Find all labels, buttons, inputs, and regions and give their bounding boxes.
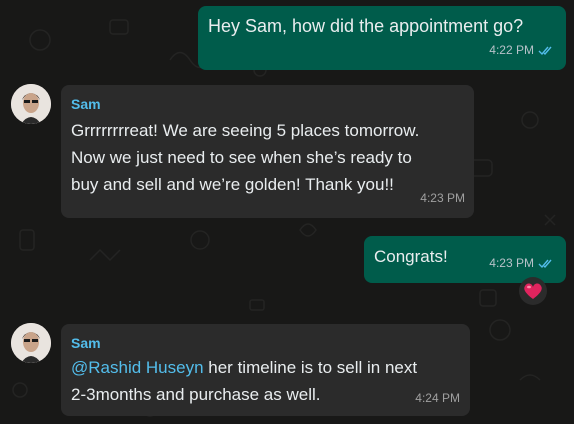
mention-link[interactable]: @Rashid Huseyn xyxy=(71,358,204,377)
sender-name[interactable]: Sam xyxy=(71,95,101,113)
message-text: Hey Sam, how did the appointment go? xyxy=(208,16,524,36)
message-bubble-outgoing[interactable]: Congrats! 4:23 PM xyxy=(364,236,566,283)
message-reaction[interactable] xyxy=(519,277,547,305)
heart-emoji-icon xyxy=(524,283,542,299)
double-check-read-icon xyxy=(538,259,552,269)
sender-name[interactable]: Sam xyxy=(71,334,101,352)
contact-avatar[interactable] xyxy=(11,84,51,124)
message-text: @Rashid Huseyn her timeline is to sell i… xyxy=(71,354,461,408)
message-time: 4:24 PM xyxy=(415,391,460,405)
message-time: 4:23 PM xyxy=(420,191,465,205)
double-check-read-icon xyxy=(538,46,552,56)
message-text: Congrats! xyxy=(374,247,448,266)
contact-avatar[interactable] xyxy=(11,323,51,363)
message-time: 4:22 PM xyxy=(489,43,534,57)
chat-area[interactable]: Hey Sam, how did the appointment go? 4:2… xyxy=(0,0,574,424)
message-bubble-incoming[interactable]: Sam @Rashid Huseyn her timeline is to se… xyxy=(61,324,470,416)
message-bubble-incoming[interactable]: Sam Grrrrrrrreat! We are seeing 5 places… xyxy=(61,85,474,218)
message-time: 4:23 PM xyxy=(489,256,534,270)
message-bubble-outgoing[interactable]: Hey Sam, how did the appointment go? 4:2… xyxy=(198,6,566,70)
message-text: Grrrrrrrreat! We are seeing 5 places tom… xyxy=(71,121,420,194)
